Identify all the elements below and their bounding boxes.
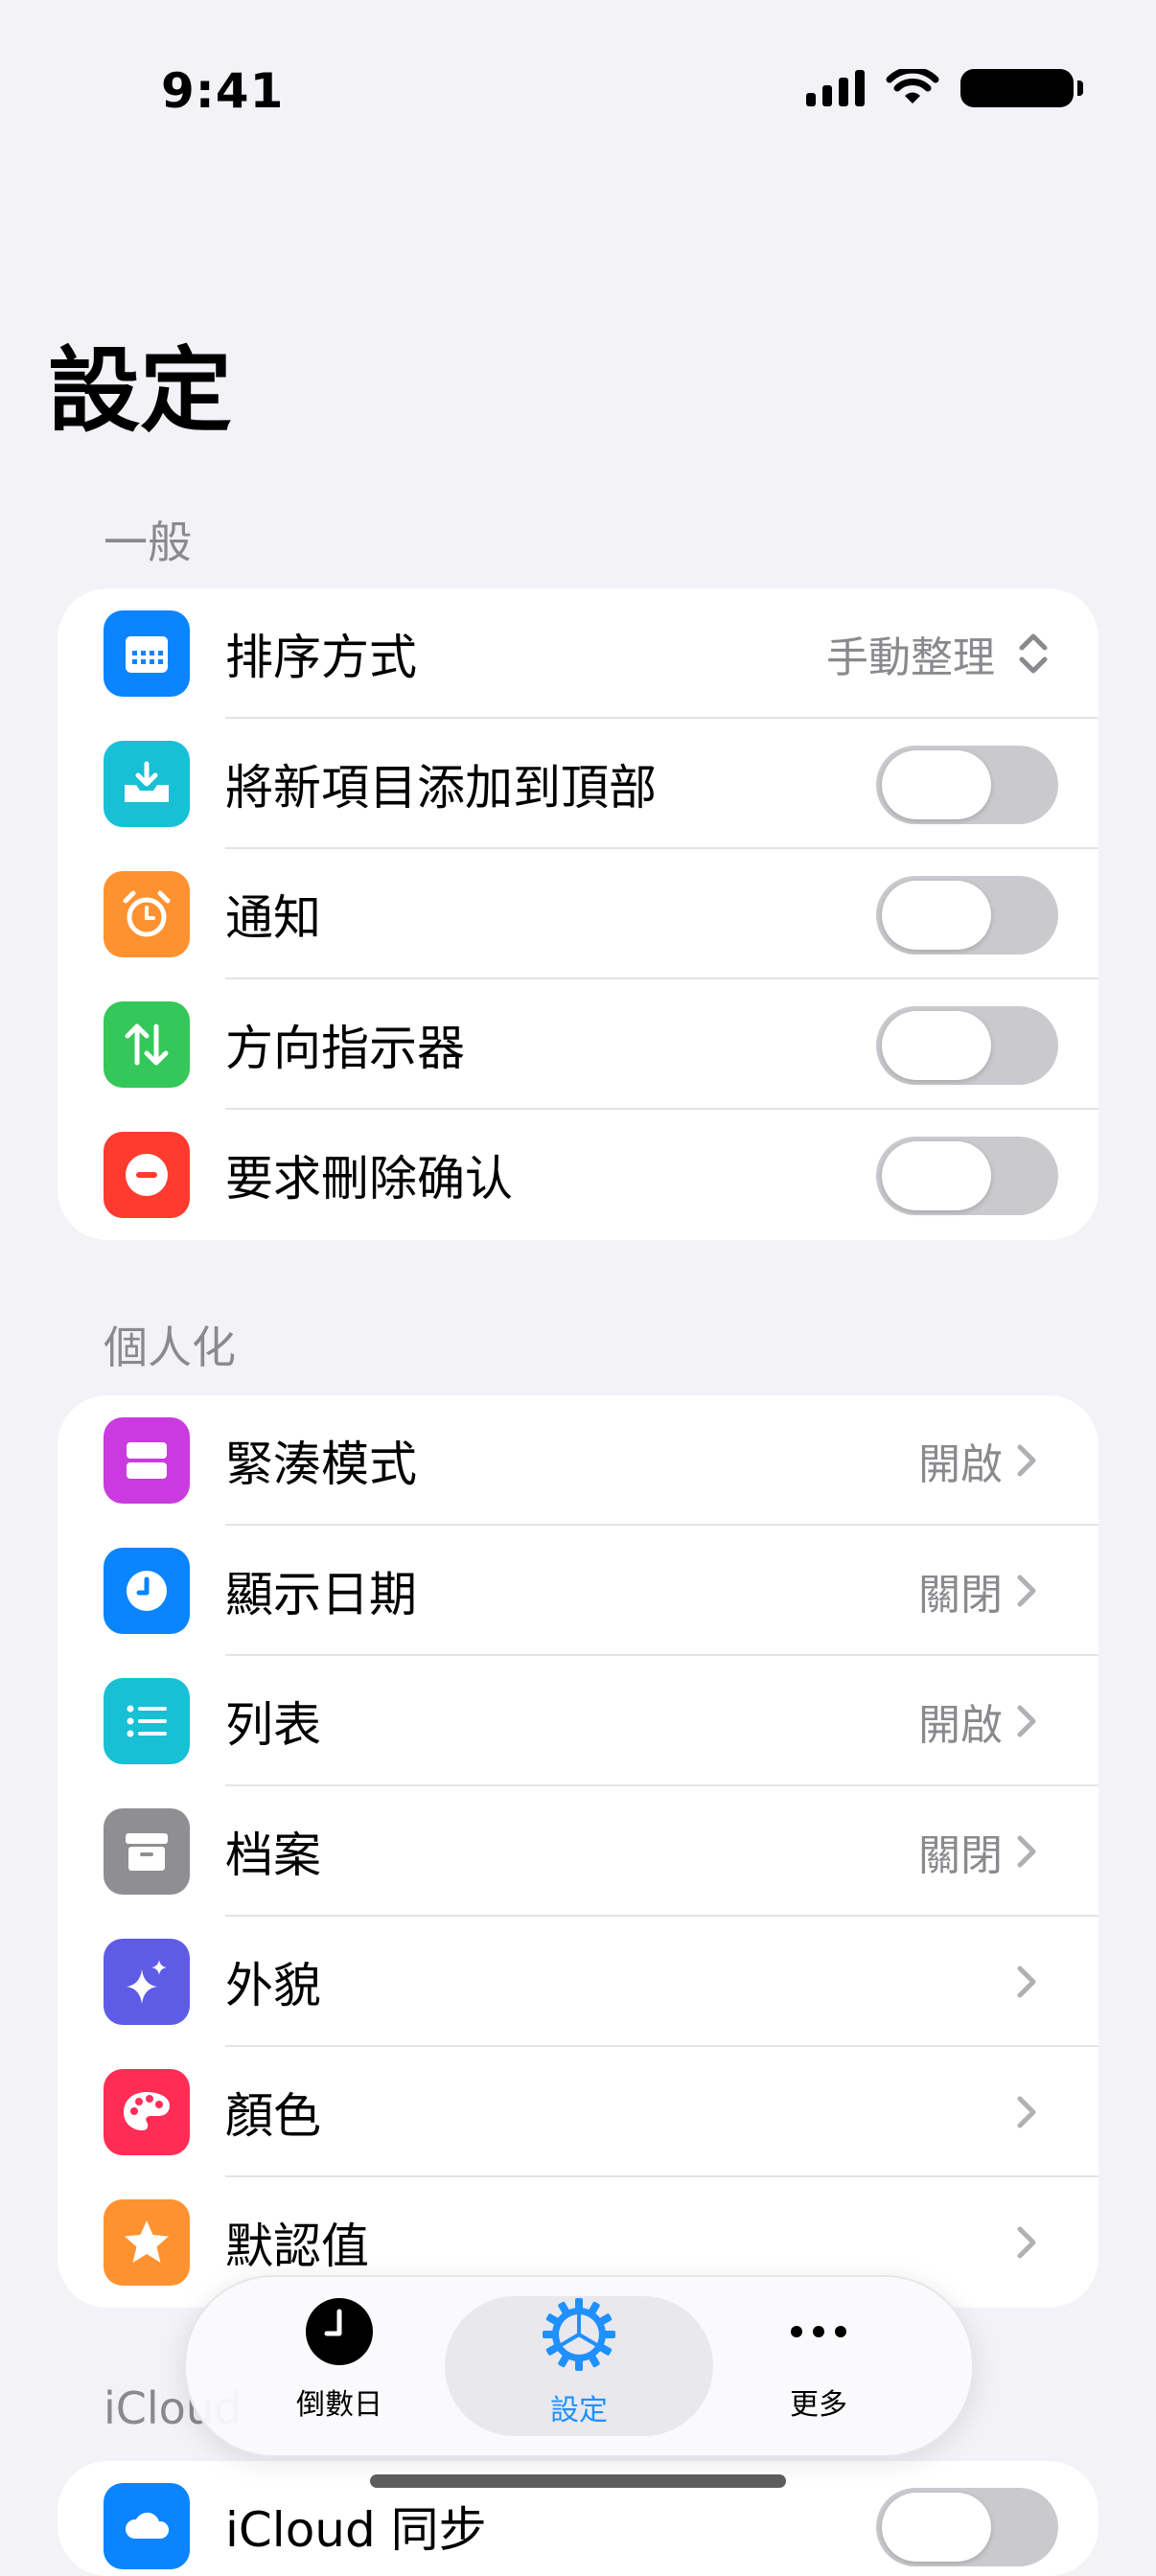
chevron-right-icon — [1017, 1444, 1036, 1477]
compact-mode-row[interactable]: 緊湊模式 開啟 — [58, 1395, 1098, 1526]
clock-icon — [104, 1548, 190, 1634]
status-time: 9:41 — [161, 63, 285, 119]
appearance-row[interactable]: 外貌 — [58, 1917, 1098, 2047]
ellipsis-icon — [791, 2326, 846, 2337]
archive-value: 關閉 — [918, 1831, 1003, 1880]
chevron-right-icon — [1017, 2226, 1036, 2259]
chevron-right-icon — [1017, 1705, 1036, 1737]
list-value: 開啟 — [918, 1701, 1003, 1750]
home-indicator — [370, 2474, 786, 2488]
section-header-personalization: 個人化 — [104, 1322, 236, 1373]
delete-confirm-label: 要求刪除确认 — [225, 1151, 513, 1207]
icloud-sync-toggle[interactable] — [876, 2488, 1058, 2566]
defaults-label: 默認值 — [225, 2219, 369, 2274]
sort-order-value: 手動整理 — [826, 633, 995, 682]
cloud-icon — [104, 2483, 190, 2569]
color-label: 顏色 — [225, 2088, 321, 2144]
tray-download-icon — [104, 741, 190, 827]
show-date-row[interactable]: 顯示日期 關閉 — [58, 1526, 1098, 1656]
list-bullet-icon — [104, 1678, 190, 1764]
tab-countdown[interactable]: 倒數日 — [215, 2296, 464, 2436]
up-down-arrows-icon — [104, 1001, 190, 1088]
sparkles-icon — [104, 1939, 190, 2025]
section-header-general: 一般 — [104, 517, 192, 568]
chevron-right-icon — [1017, 2096, 1036, 2128]
notification-label: 通知 — [225, 890, 321, 946]
compact-layout-icon — [104, 1417, 190, 1504]
notification-toggle[interactable] — [876, 876, 1058, 954]
appearance-label: 外貌 — [225, 1958, 321, 2013]
archive-box-icon — [104, 1808, 190, 1895]
chevron-right-icon — [1017, 1575, 1036, 1607]
sort-order-row[interactable]: 排序方式 手動整理 — [58, 588, 1098, 719]
delete-confirm-toggle[interactable] — [876, 1137, 1058, 1215]
delete-confirm-row: 要求刪除确认 — [58, 1110, 1098, 1240]
color-row[interactable]: 顏色 — [58, 2047, 1098, 2177]
add-to-top-toggle[interactable] — [876, 746, 1058, 824]
page-title: 設定 — [48, 337, 232, 445]
compact-mode-value: 開啟 — [918, 1440, 1003, 1489]
direction-indicator-row: 方向指示器 — [58, 979, 1098, 1110]
tab-countdown-label: 倒數日 — [296, 2388, 382, 2422]
tab-bar: 倒數日 設定 更多 — [184, 2275, 974, 2457]
icloud-sync-label: iCloud 同步 — [225, 2502, 487, 2558]
direction-indicator-label: 方向指示器 — [225, 1021, 465, 1076]
archive-label: 档案 — [225, 1828, 321, 1883]
chevron-right-icon — [1017, 1966, 1036, 1998]
add-to-top-row: 將新項目添加到頂部 — [58, 719, 1098, 849]
list-row[interactable]: 列表 開啟 — [58, 1656, 1098, 1786]
list-label: 列表 — [225, 1697, 321, 1753]
chevron-right-icon — [1017, 1835, 1036, 1868]
tab-more-label: 更多 — [790, 2388, 847, 2422]
gear-icon — [543, 2298, 615, 2371]
compact-mode-label: 緊湊模式 — [225, 1437, 417, 1492]
clock-icon — [306, 2298, 373, 2365]
battery-icon — [960, 69, 1083, 107]
archive-row[interactable]: 档案 關閉 — [58, 1786, 1098, 1917]
show-date-label: 顯示日期 — [225, 1567, 417, 1622]
chevron-up-down-icon — [1019, 633, 1048, 674]
sort-order-label: 排序方式 — [225, 630, 417, 685]
add-to-top-label: 將新項目添加到頂部 — [225, 760, 657, 816]
tab-settings[interactable]: 設定 — [445, 2296, 713, 2436]
general-settings-card: 排序方式 手動整理 將新項目添加到頂部 通知 方向指示器 要求刪除确认 — [58, 588, 1098, 1240]
minus-circle-icon — [104, 1132, 190, 1218]
calendar-icon — [104, 610, 190, 697]
palette-icon — [104, 2069, 190, 2155]
cellular-signal-icon — [806, 70, 865, 106]
tab-settings-label: 設定 — [550, 2394, 608, 2427]
wifi-icon — [886, 69, 939, 104]
direction-indicator-toggle[interactable] — [876, 1006, 1058, 1085]
star-icon — [104, 2199, 190, 2286]
show-date-value: 關閉 — [918, 1571, 1003, 1620]
tab-more[interactable]: 更多 — [694, 2296, 943, 2436]
personalization-card: 緊湊模式 開啟 顯示日期 關閉 列表 開啟 档案 關閉 外貌 顏色 默認值 — [58, 1395, 1098, 2308]
notification-row: 通知 — [58, 849, 1098, 979]
alarm-clock-icon — [104, 871, 190, 957]
